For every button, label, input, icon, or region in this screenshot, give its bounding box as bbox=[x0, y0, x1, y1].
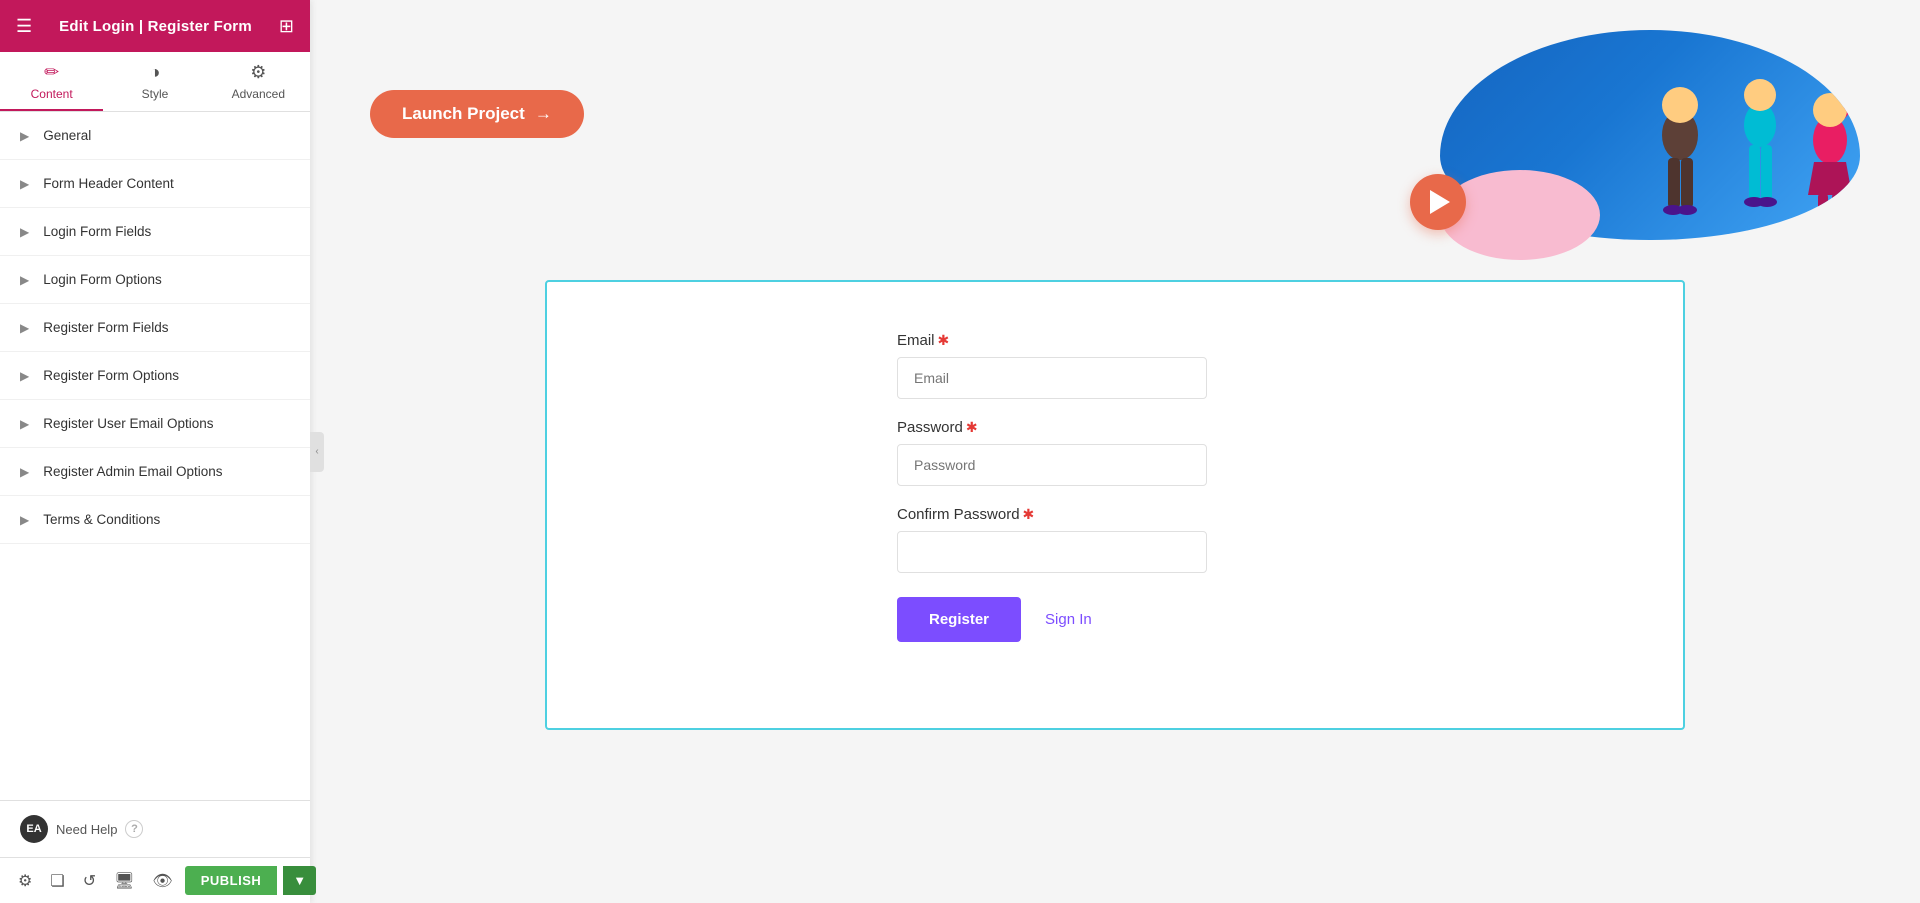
publish-arrow-button[interactable]: ▼ bbox=[283, 866, 316, 895]
password-label-text: Password bbox=[897, 419, 963, 436]
collapse-panel-handle[interactable]: ‹ bbox=[310, 432, 324, 472]
panel-sections: ▶ General ▶ Form Header Content ▶ Login … bbox=[0, 112, 310, 800]
section-login-form-fields[interactable]: ▶ Login Form Fields bbox=[0, 208, 310, 256]
section-form-header-label: Form Header Content bbox=[43, 176, 174, 191]
layers-icon[interactable]: ❏ bbox=[44, 867, 70, 895]
main-area: Launch Project → bbox=[310, 0, 1920, 903]
email-label-text: Email bbox=[897, 332, 935, 349]
chevron-icon-register-fields: ▶ bbox=[20, 321, 29, 335]
play-button[interactable] bbox=[1410, 174, 1466, 230]
chevron-icon-admin-email: ▶ bbox=[20, 465, 29, 479]
figure-2 bbox=[1720, 40, 1800, 240]
section-login-fields-label: Login Form Fields bbox=[43, 224, 151, 239]
password-input[interactable] bbox=[897, 444, 1207, 486]
tab-advanced[interactable]: ⚙ Advanced bbox=[207, 52, 310, 111]
top-section: Launch Project → bbox=[310, 0, 1920, 270]
chevron-icon-form-header: ▶ bbox=[20, 177, 29, 191]
launch-project-button[interactable]: Launch Project → bbox=[370, 90, 584, 138]
register-form-section: Email ✱ Password ✱ Confirm Pas bbox=[545, 280, 1685, 730]
form-actions: Register Sign In bbox=[897, 597, 1207, 642]
section-general[interactable]: ▶ General bbox=[0, 112, 310, 160]
desktop-icon[interactable]: 🖥 bbox=[108, 867, 140, 895]
confirm-password-field-group: Confirm Password ✱ bbox=[897, 506, 1207, 573]
chevron-icon-login-options: ▶ bbox=[20, 273, 29, 287]
help-icon[interactable]: ? bbox=[125, 820, 143, 838]
style-tab-icon: ◑ bbox=[150, 62, 161, 83]
tab-content[interactable]: ✏ Content bbox=[0, 52, 103, 111]
panel-header: ☰ Edit Login | Register Form ⊞ bbox=[0, 0, 310, 52]
password-label: Password ✱ bbox=[897, 419, 1207, 436]
section-login-options-label: Login Form Options bbox=[43, 272, 162, 287]
section-general-label: General bbox=[43, 128, 91, 143]
email-required-star: ✱ bbox=[938, 332, 950, 349]
need-help-text: Need Help bbox=[56, 822, 117, 837]
section-user-email-label: Register User Email Options bbox=[43, 416, 213, 431]
menu-icon[interactable]: ☰ bbox=[16, 16, 32, 37]
panel-title: Edit Login | Register Form bbox=[59, 18, 252, 35]
section-register-form-options[interactable]: ▶ Register Form Options bbox=[0, 352, 310, 400]
email-input[interactable] bbox=[897, 357, 1207, 399]
left-panel: ☰ Edit Login | Register Form ⊞ ✏ Content… bbox=[0, 0, 310, 903]
play-triangle-icon bbox=[1430, 190, 1450, 214]
launch-project-label: Launch Project bbox=[402, 104, 525, 124]
email-label: Email ✱ bbox=[897, 332, 1207, 349]
chevron-icon-user-email: ▶ bbox=[20, 417, 29, 431]
section-terms-label: Terms & Conditions bbox=[43, 512, 160, 527]
bottom-bar: ⚙ ❏ ↺ 🖥 👁 PUBLISH ▼ bbox=[0, 857, 310, 903]
section-register-admin-email[interactable]: ▶ Register Admin Email Options bbox=[0, 448, 310, 496]
password-field-group: Password ✱ bbox=[897, 419, 1207, 486]
chevron-icon-login-fields: ▶ bbox=[20, 225, 29, 239]
section-register-options-label: Register Form Options bbox=[43, 368, 179, 383]
grid-icon[interactable]: ⊞ bbox=[279, 16, 294, 37]
section-register-user-email[interactable]: ▶ Register User Email Options bbox=[0, 400, 310, 448]
confirm-password-required-star: ✱ bbox=[1023, 506, 1035, 523]
chevron-icon-general: ▶ bbox=[20, 129, 29, 143]
chevron-icon-register-options: ▶ bbox=[20, 369, 29, 383]
pink-decoration-circle bbox=[1440, 170, 1600, 260]
section-register-fields-label: Register Form Fields bbox=[43, 320, 168, 335]
settings-icon[interactable]: ⚙ bbox=[12, 867, 38, 895]
section-register-form-fields[interactable]: ▶ Register Form Fields bbox=[0, 304, 310, 352]
figure-3 bbox=[1790, 50, 1860, 240]
register-button[interactable]: Register bbox=[897, 597, 1021, 642]
chevron-icon-terms: ▶ bbox=[20, 513, 29, 527]
form-fields: Email ✱ Password ✱ Confirm Pas bbox=[897, 332, 1207, 642]
advanced-tab-icon: ⚙ bbox=[250, 62, 266, 83]
section-login-form-options[interactable]: ▶ Login Form Options bbox=[0, 256, 310, 304]
tab-style-label: Style bbox=[142, 87, 169, 101]
content-tab-icon: ✏ bbox=[44, 62, 59, 83]
ea-badge: EA bbox=[20, 815, 48, 843]
tab-style[interactable]: ◑ Style bbox=[103, 52, 206, 111]
history-icon[interactable]: ↺ bbox=[77, 867, 102, 895]
confirm-password-label-text: Confirm Password bbox=[897, 506, 1020, 523]
illustration-area bbox=[1380, 30, 1860, 250]
sign-in-link[interactable]: Sign In bbox=[1045, 611, 1092, 628]
panel-tabs: ✏ Content ◑ Style ⚙ Advanced bbox=[0, 52, 310, 112]
confirm-password-label: Confirm Password ✱ bbox=[897, 506, 1207, 523]
launch-arrow-icon: → bbox=[535, 104, 552, 124]
section-form-header-content[interactable]: ▶ Form Header Content bbox=[0, 160, 310, 208]
password-required-star: ✱ bbox=[966, 419, 978, 436]
section-terms-conditions[interactable]: ▶ Terms & Conditions bbox=[0, 496, 310, 544]
section-admin-email-label: Register Admin Email Options bbox=[43, 464, 222, 479]
preview-icon[interactable]: 👁 bbox=[146, 867, 178, 895]
publish-button[interactable]: PUBLISH bbox=[185, 866, 278, 895]
tab-content-label: Content bbox=[31, 87, 73, 101]
tab-advanced-label: Advanced bbox=[232, 87, 285, 101]
email-field-group: Email ✱ bbox=[897, 332, 1207, 399]
confirm-password-input[interactable] bbox=[897, 531, 1207, 573]
main-content: Launch Project → bbox=[310, 0, 1920, 903]
figure-1 bbox=[1640, 60, 1720, 240]
